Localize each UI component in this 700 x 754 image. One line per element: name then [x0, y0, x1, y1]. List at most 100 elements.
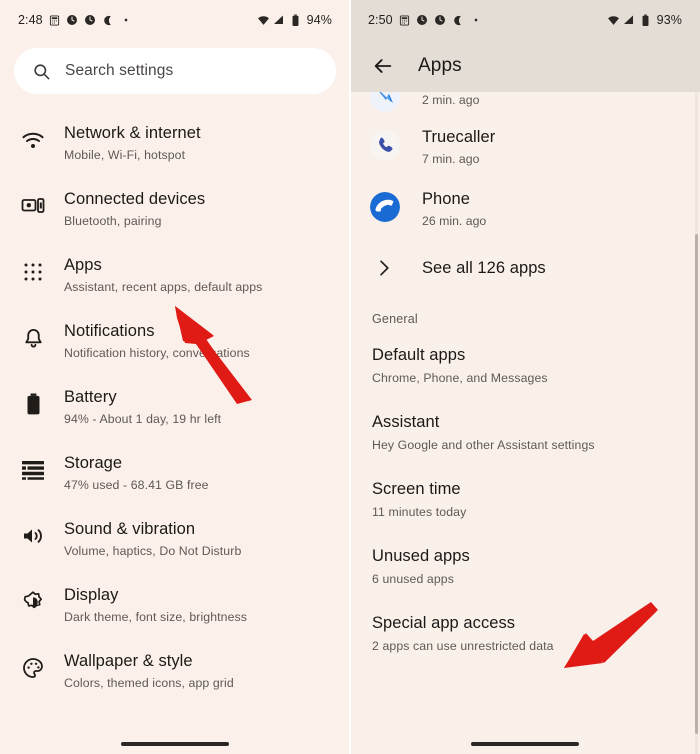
- settings-item-notifications[interactable]: Notifications Notification history, conv…: [0, 310, 350, 376]
- settings-item-subtitle: Dark theme, font size, brightness: [64, 610, 248, 624]
- pref-title: Assistant: [372, 413, 440, 431]
- left-phone-screen: 2:48 94% Search settings Network & inter…: [0, 0, 350, 754]
- settings-item-subtitle: 94% - About 1 day, 19 hr left: [64, 412, 222, 426]
- settings-list: Network & internet Mobile, Wi-Fi, hotspo…: [0, 98, 350, 706]
- chevron-right-icon: [370, 254, 398, 282]
- right-home-gesture-bar[interactable]: [350, 742, 700, 746]
- brightness-icon: [20, 589, 46, 615]
- apps-app-bar: Apps: [350, 40, 700, 92]
- pref-row-assistant[interactable]: Assistant Hey Google and other Assistant…: [350, 399, 700, 466]
- settings-item-title: Notifications: [64, 322, 155, 340]
- settings-item-title: Apps: [64, 256, 102, 274]
- settings-item-sound-vibration[interactable]: Sound & vibration Volume, haptics, Do No…: [0, 508, 350, 574]
- settings-item-title: Display: [64, 586, 119, 604]
- recent-app-row[interactable]: 2 min. ago: [350, 92, 700, 118]
- settings-item-subtitle: Bluetooth, pairing: [64, 214, 162, 228]
- truecaller-icon: [370, 130, 400, 160]
- pref-row-unused-apps[interactable]: Unused apps 6 unused apps: [350, 533, 700, 600]
- clock-icon: [84, 14, 97, 27]
- settings-item-apps[interactable]: Apps Assistant, recent apps, default app…: [0, 244, 350, 310]
- see-all-apps-row[interactable]: See all 126 apps: [350, 242, 700, 294]
- settings-item-battery[interactable]: Battery 94% - About 1 day, 19 hr left: [0, 376, 350, 442]
- clock-icon: [66, 14, 79, 27]
- pref-subtitle: Chrome, Phone, and Messages: [372, 371, 548, 385]
- see-all-apps-label: See all 126 apps: [422, 258, 546, 277]
- battery-icon: [289, 14, 302, 27]
- moon-icon: [102, 14, 115, 27]
- pref-row-special-app-access[interactable]: Special app access 2 apps can use unrest…: [350, 600, 700, 667]
- dot-icon: [120, 14, 133, 27]
- pref-subtitle: 2 apps can use unrestricted data: [372, 639, 554, 653]
- left-home-gesture-bar[interactable]: [0, 742, 350, 746]
- recent-app-row-truecaller[interactable]: Truecaller 7 min. ago: [350, 118, 700, 180]
- status-bar-left-cluster: 2:48: [18, 13, 133, 27]
- vertical-scrollbar[interactable]: [695, 92, 698, 754]
- storage-icon: [20, 457, 46, 483]
- settings-item-title: Wallpaper & style: [64, 652, 193, 670]
- panel-divider: [349, 0, 351, 754]
- settings-item-title: Storage: [64, 454, 123, 472]
- dot-icon: [470, 14, 483, 27]
- search-placeholder-text: Search settings: [65, 62, 174, 79]
- status-bar-right-cluster: 94%: [257, 13, 332, 27]
- calculator-icon: [398, 14, 411, 27]
- settings-item-title: Network & internet: [64, 124, 201, 142]
- pref-title: Unused apps: [372, 547, 470, 565]
- bell-icon: [20, 325, 46, 351]
- palette-icon: [20, 655, 46, 681]
- settings-item-network-internet[interactable]: Network & internet Mobile, Wi-Fi, hotspo…: [0, 112, 350, 178]
- signal-icon: [623, 14, 636, 27]
- settings-item-subtitle: Volume, haptics, Do Not Disturb: [64, 544, 242, 558]
- recent-app-time: 26 min. ago: [422, 214, 487, 228]
- settings-item-wallpaper-style[interactable]: Wallpaper & style Colors, themed icons, …: [0, 640, 350, 706]
- recent-app-row-phone[interactable]: Phone 26 min. ago: [350, 180, 700, 242]
- recent-app-name: Phone: [422, 190, 470, 208]
- devices-icon: [20, 193, 46, 219]
- settings-item-subtitle: 47% used - 68.41 GB free: [64, 478, 209, 492]
- arrow-back-icon[interactable]: [364, 47, 402, 85]
- status-bar-right-cluster: 93%: [607, 13, 682, 27]
- page-title: Apps: [418, 55, 462, 76]
- settings-item-subtitle: Notification history, conversations: [64, 346, 250, 360]
- settings-item-title: Connected devices: [64, 190, 206, 208]
- pref-title: Default apps: [372, 346, 466, 364]
- pref-subtitle: 6 unused apps: [372, 572, 454, 586]
- settings-item-storage[interactable]: Storage 47% used - 68.41 GB free: [0, 442, 350, 508]
- left-status-bar: 2:48 94%: [0, 0, 350, 40]
- right-status-bar: 2:50 93%: [350, 0, 700, 40]
- pref-title: Screen time: [372, 480, 461, 498]
- wifi-icon: [607, 14, 620, 27]
- wifi-icon: [257, 14, 270, 27]
- volume-icon: [20, 523, 46, 549]
- settings-item-connected-devices[interactable]: Connected devices Bluetooth, pairing: [0, 178, 350, 244]
- pref-row-screen-time[interactable]: Screen time 11 minutes today: [350, 466, 700, 533]
- settings-item-title: Battery: [64, 388, 117, 406]
- search-icon: [32, 62, 51, 81]
- signal-icon: [273, 14, 286, 27]
- recent-app-time: 7 min. ago: [422, 152, 480, 166]
- settings-item-display[interactable]: Display Dark theme, font size, brightnes…: [0, 574, 350, 640]
- settings-item-subtitle: Mobile, Wi-Fi, hotspot: [64, 148, 186, 162]
- pref-subtitle: Hey Google and other Assistant settings: [372, 438, 595, 452]
- battery-icon: [20, 391, 46, 417]
- calculator-icon: [48, 14, 61, 27]
- apps-scroll-content[interactable]: 2 min. ago Truecaller 7 min. ago Phone 2…: [350, 92, 700, 754]
- status-bar-clock: 2:50: [368, 13, 393, 27]
- right-phone-screen: 2:50 93% Apps 2 min. ago Truecaller 7 mi…: [350, 0, 700, 754]
- status-bar-clock: 2:48: [18, 13, 43, 27]
- settings-item-subtitle: Colors, themed icons, app grid: [64, 676, 234, 690]
- home-indicator: [471, 742, 579, 746]
- moon-icon: [452, 14, 465, 27]
- screenshot-root: 2:48 94% Search settings Network & inter…: [0, 0, 700, 754]
- status-bar-left-cluster: 2:50: [368, 13, 483, 27]
- pref-title: Special app access: [372, 614, 516, 632]
- apps-grid-icon: [20, 259, 46, 285]
- settings-item-title: Sound & vibration: [64, 520, 196, 538]
- pref-row-default-apps[interactable]: Default apps Chrome, Phone, and Messages: [350, 332, 700, 399]
- recent-app-time: 2 min. ago: [422, 93, 480, 107]
- search-settings-field[interactable]: Search settings: [14, 48, 336, 94]
- clock-icon: [434, 14, 447, 27]
- battery-percent-label: 93%: [656, 13, 682, 27]
- settings-item-subtitle: Assistant, recent apps, default apps: [64, 280, 263, 294]
- scrollbar-thumb[interactable]: [695, 234, 698, 734]
